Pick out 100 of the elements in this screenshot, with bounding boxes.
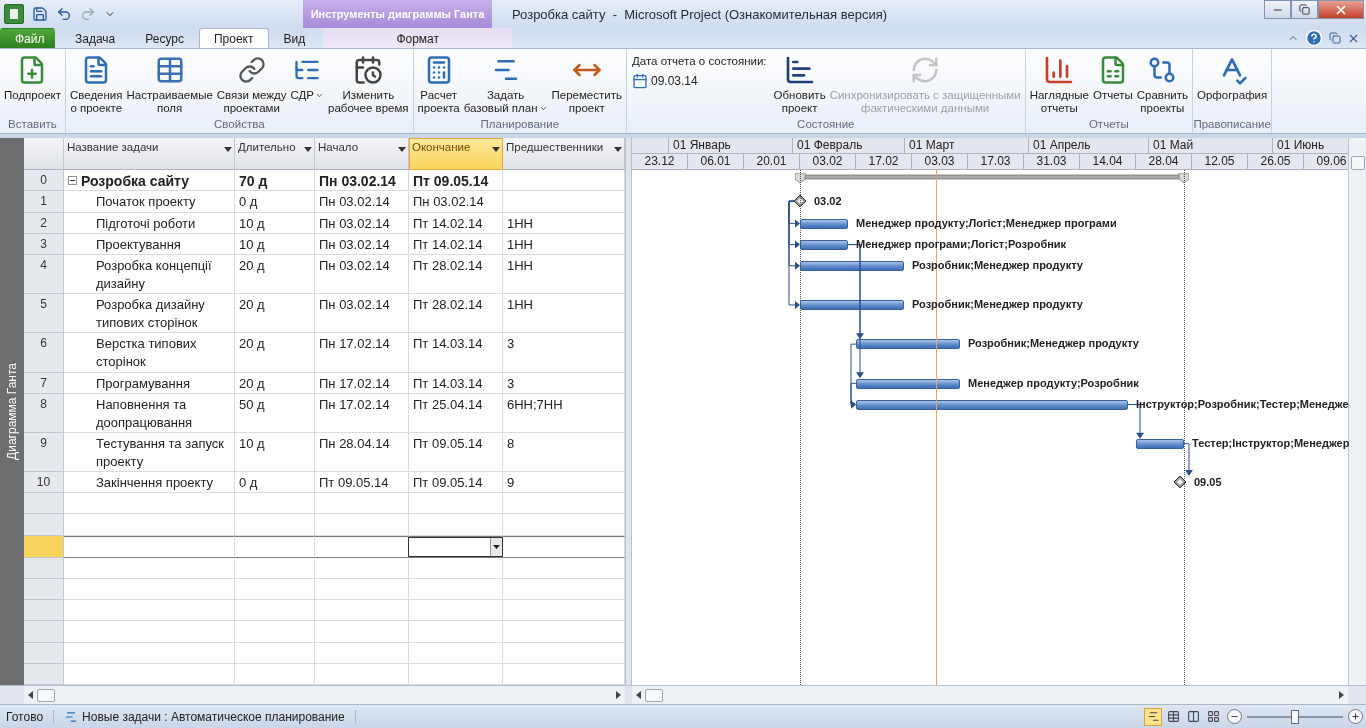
row-number[interactable]: 3 bbox=[24, 233, 64, 255]
ribbon-tab[interactable]: Файл bbox=[0, 28, 55, 48]
collapse-icon[interactable] bbox=[68, 176, 77, 186]
task-bar[interactable] bbox=[856, 378, 960, 389]
table-cell: 20 д bbox=[235, 333, 315, 373]
zoom-in-button[interactable] bbox=[1348, 709, 1363, 724]
table-cell: 10 д bbox=[235, 432, 315, 473]
task-name: Закінчення проекту bbox=[96, 474, 213, 493]
date-input-field[interactable] bbox=[408, 536, 503, 557]
row-number[interactable]: 1 bbox=[24, 191, 64, 213]
table-cell: Пт 09.05.14 bbox=[409, 472, 503, 494]
minimize-button[interactable] bbox=[1264, 0, 1291, 19]
ribbon-tab[interactable]: Проект bbox=[198, 28, 269, 48]
group-label: Правописание bbox=[1192, 118, 1272, 132]
table-cell: Пт 28.02.14 bbox=[409, 254, 503, 295]
row-number[interactable]: 8 bbox=[24, 393, 64, 433]
table-cell: 20 д bbox=[235, 254, 315, 295]
task-bar[interactable] bbox=[800, 218, 848, 229]
view-button[interactable] bbox=[1144, 707, 1162, 726]
scroll-left-icon[interactable] bbox=[28, 691, 33, 699]
vertical-scrollbar[interactable] bbox=[1348, 138, 1366, 685]
table-cell: 10 д bbox=[235, 212, 315, 234]
group-label: Состояние bbox=[796, 118, 856, 132]
bar-label: Інструктор;Розробник;Тестер;Менедже bbox=[1136, 396, 1349, 411]
view-bar[interactable]: Диаграмма Ганта bbox=[0, 138, 24, 685]
scroll-thumb[interactable] bbox=[1350, 156, 1365, 170]
ribbon-tab[interactable]: Ресурс bbox=[130, 28, 199, 48]
restore-button[interactable] bbox=[1291, 0, 1318, 19]
scroll-thumb[interactable] bbox=[37, 688, 55, 702]
week-label: 26.05 bbox=[1248, 154, 1304, 169]
task-name: Розробка концепції дизайну bbox=[96, 256, 213, 293]
horizontal-scrollbar[interactable] bbox=[24, 686, 625, 704]
context-group-title: Инструменты диаграммы Ганта bbox=[303, 0, 492, 28]
status-date-field[interactable]: 09.03.14 bbox=[632, 73, 767, 89]
row-number[interactable]: 9 bbox=[24, 432, 64, 473]
save-icon bbox=[32, 6, 48, 22]
task-name: Проектування bbox=[96, 235, 181, 254]
column-header[interactable]: Длительно bbox=[235, 138, 315, 170]
row-number[interactable]: 0 bbox=[24, 170, 64, 192]
task-bar[interactable] bbox=[856, 399, 1128, 410]
ribbon-button[interactable]: СДР bbox=[289, 51, 326, 104]
scroll-right-icon[interactable] bbox=[1339, 691, 1344, 699]
ribbon-button[interactable]: Орфография bbox=[1195, 51, 1269, 104]
row-number[interactable]: 2 bbox=[24, 212, 64, 234]
column-header[interactable]: Предшественники bbox=[503, 138, 625, 170]
task-bar[interactable] bbox=[800, 260, 904, 271]
row-number[interactable]: 10 bbox=[24, 472, 64, 494]
group-label: Свойства bbox=[213, 118, 266, 132]
table-cell: Пт 28.02.14 bbox=[409, 294, 503, 334]
row-number[interactable]: 7 bbox=[24, 372, 64, 394]
row-number[interactable]: 6 bbox=[24, 333, 64, 373]
task-bar[interactable] bbox=[1136, 438, 1184, 449]
table-cell: 1НН bbox=[503, 294, 625, 334]
calendar-clock-icon bbox=[353, 55, 384, 85]
status-text: Готово bbox=[0, 709, 55, 724]
scroll-thumb[interactable] bbox=[645, 688, 663, 702]
horizontal-scrollbar[interactable] bbox=[632, 686, 1348, 704]
ribbon-button[interactable]: Сведения о проекте bbox=[68, 51, 124, 117]
zoom-thumb[interactable] bbox=[1291, 709, 1299, 724]
ribbon-button[interactable]: Задать базовый план bbox=[462, 51, 549, 117]
week-label: 17.03 bbox=[968, 154, 1024, 169]
ribbon-button[interactable]: Обновить проект bbox=[772, 51, 827, 117]
ribbon-button[interactable]: Расчет проекта bbox=[416, 51, 461, 117]
table-cell: 50 д bbox=[235, 393, 315, 433]
undo-button[interactable] bbox=[56, 6, 72, 22]
table-cell: 9 bbox=[503, 472, 625, 494]
task-bar[interactable] bbox=[800, 239, 848, 250]
dropdown-icon bbox=[304, 147, 312, 152]
group-label: Планирование bbox=[479, 118, 561, 132]
app-logo-icon[interactable] bbox=[4, 4, 24, 24]
ribbon-button[interactable]: Переместить проект bbox=[550, 51, 623, 117]
ribbon-button[interactable]: Отчеты bbox=[1091, 51, 1134, 104]
table-cell: 0 д bbox=[235, 472, 315, 494]
ribbon-tab[interactable]: Задача bbox=[60, 28, 131, 48]
save-button[interactable] bbox=[32, 6, 48, 22]
task-bar[interactable] bbox=[800, 300, 904, 311]
column-header[interactable]: Окончание bbox=[409, 138, 503, 170]
ribbon-button[interactable]: Настраиваемые поля bbox=[125, 51, 214, 117]
row-number[interactable]: 4 bbox=[24, 254, 64, 295]
ribbon-button[interactable]: Наглядные отчеты bbox=[1028, 51, 1090, 117]
column-header[interactable]: Начало bbox=[315, 138, 409, 170]
scroll-right-icon[interactable] bbox=[616, 691, 621, 699]
row-number[interactable]: 5 bbox=[24, 294, 64, 334]
ribbon-button[interactable]: Сравнить проекты bbox=[1135, 51, 1189, 117]
gantt-view-icon bbox=[1146, 710, 1160, 723]
ribbon-tab[interactable]: Вид bbox=[268, 28, 321, 48]
scroll-left-icon[interactable] bbox=[636, 691, 641, 699]
refresh-icon bbox=[910, 55, 941, 85]
task-name: Підготочі роботи bbox=[96, 214, 196, 233]
ribbon-button[interactable]: Подпроект bbox=[3, 51, 62, 104]
task-name: Початок проекту bbox=[96, 193, 196, 212]
table-cell: Пт 14.03.14 bbox=[409, 372, 503, 394]
ribbon-button[interactable]: Связи между проектами bbox=[215, 51, 288, 117]
scheduling-mode-button[interactable]: Новые задачи : Автоматическое планирование bbox=[54, 709, 356, 724]
ribbon-button[interactable]: Изменить рабочее время bbox=[327, 51, 410, 117]
close-button[interactable] bbox=[1318, 0, 1364, 19]
task-bar[interactable] bbox=[856, 339, 960, 350]
zoom-out-button[interactable] bbox=[1227, 709, 1242, 724]
column-header[interactable]: Название задачи bbox=[64, 138, 235, 170]
month-label: 01 Апрель bbox=[1028, 138, 1148, 153]
